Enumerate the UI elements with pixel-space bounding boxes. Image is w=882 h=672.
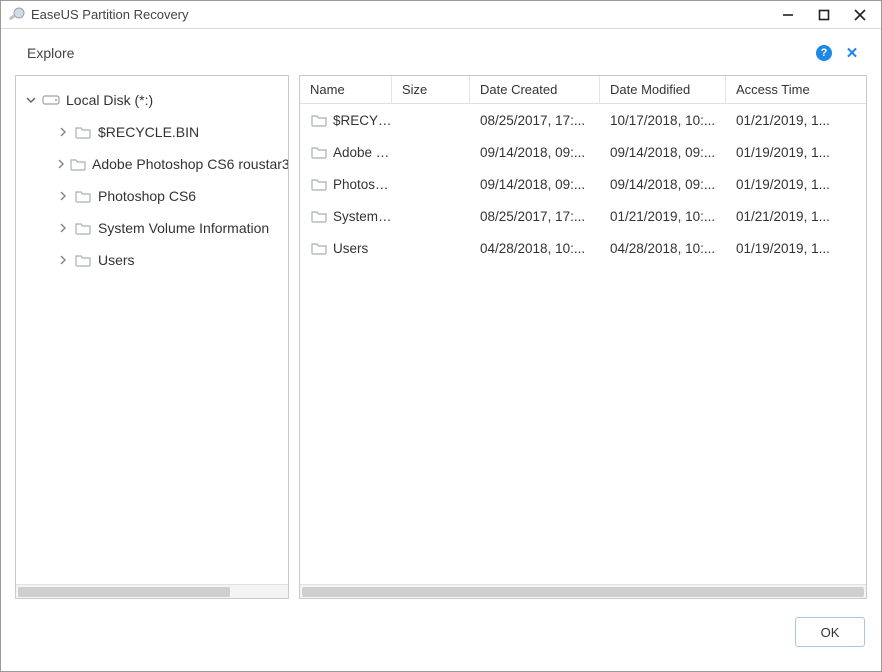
panels: Local Disk (*:) $RECYCLE.BIN Adobe Photo… bbox=[15, 75, 867, 599]
cell-name: Users bbox=[333, 241, 368, 256]
list-item[interactable]: Photosho... 09/14/2018, 09:... 09/14/201… bbox=[300, 168, 866, 200]
content-frame: Explore ? ✕ bbox=[1, 29, 881, 671]
cell-created: 04/28/2018, 10:... bbox=[470, 241, 600, 256]
scrollbar-thumb[interactable] bbox=[18, 587, 230, 597]
cell-access: 01/19/2019, 1... bbox=[726, 241, 866, 256]
page-title: Explore bbox=[27, 45, 74, 61]
dialog-close-button[interactable]: ✕ bbox=[841, 42, 863, 64]
tree-item-label: Users bbox=[98, 252, 135, 268]
folder-icon bbox=[70, 155, 86, 173]
cell-modified: 09/14/2018, 09:... bbox=[600, 145, 726, 160]
app-window: EaseUS Partition Recovery Explore ? ✕ bbox=[0, 0, 882, 672]
tree-item-label: Adobe Photoshop CS6 roustar31 bbox=[92, 156, 288, 172]
tree-item-label: System Volume Information bbox=[98, 220, 269, 236]
close-icon: ✕ bbox=[846, 44, 859, 62]
column-header-date-created[interactable]: Date Created bbox=[470, 76, 600, 103]
subheader: Explore ? ✕ bbox=[15, 39, 867, 67]
cell-name: System Vo... bbox=[333, 209, 392, 224]
folder-icon bbox=[74, 123, 92, 141]
folder-icon bbox=[74, 251, 92, 269]
cell-modified: 01/21/2019, 10:... bbox=[600, 209, 726, 224]
chevron-right-icon[interactable] bbox=[56, 189, 70, 203]
ok-button-label: OK bbox=[821, 625, 840, 640]
tree-item[interactable]: Photoshop CS6 bbox=[16, 180, 288, 212]
cell-created: 09/14/2018, 09:... bbox=[470, 177, 600, 192]
cell-access: 01/21/2019, 1... bbox=[726, 209, 866, 224]
tree-item[interactable]: $RECYCLE.BIN bbox=[16, 116, 288, 148]
cell-created: 08/25/2017, 17:... bbox=[470, 209, 600, 224]
chevron-right-icon[interactable] bbox=[56, 157, 66, 171]
list-horizontal-scrollbar[interactable] bbox=[300, 584, 866, 598]
window-title: EaseUS Partition Recovery bbox=[31, 7, 189, 22]
maximize-button[interactable] bbox=[807, 4, 841, 26]
scrollbar-thumb[interactable] bbox=[302, 587, 864, 597]
cell-created: 09/14/2018, 09:... bbox=[470, 145, 600, 160]
tree-body: Local Disk (*:) $RECYCLE.BIN Adobe Photo… bbox=[16, 76, 288, 584]
cell-name: Photosho... bbox=[333, 177, 392, 192]
tree-horizontal-scrollbar[interactable] bbox=[16, 584, 288, 598]
folder-icon bbox=[310, 207, 328, 225]
tree-item[interactable]: Adobe Photoshop CS6 roustar31 bbox=[16, 148, 288, 180]
column-header-name[interactable]: Name bbox=[300, 76, 392, 103]
titlebar: EaseUS Partition Recovery bbox=[1, 1, 881, 29]
cell-modified: 09/14/2018, 09:... bbox=[600, 177, 726, 192]
folder-icon bbox=[310, 239, 328, 257]
column-header-access-time[interactable]: Access Time bbox=[726, 76, 866, 103]
tree-item-label: $RECYCLE.BIN bbox=[98, 124, 199, 140]
app-icon bbox=[7, 6, 25, 24]
chevron-right-icon[interactable] bbox=[56, 253, 70, 267]
help-button[interactable]: ? bbox=[813, 42, 835, 64]
cell-access: 01/21/2019, 1... bbox=[726, 113, 866, 128]
tree-item[interactable]: Users bbox=[16, 244, 288, 276]
cell-modified: 04/28/2018, 10:... bbox=[600, 241, 726, 256]
cell-access: 01/19/2019, 1... bbox=[726, 145, 866, 160]
help-icon: ? bbox=[816, 45, 832, 61]
list-item[interactable]: Adobe Ph... 09/14/2018, 09:... 09/14/201… bbox=[300, 136, 866, 168]
list-item[interactable]: Users 04/28/2018, 10:... 04/28/2018, 10:… bbox=[300, 232, 866, 264]
tree-item-label: Photoshop CS6 bbox=[98, 188, 196, 204]
list-item[interactable]: $RECYCLE.... 08/25/2017, 17:... 10/17/20… bbox=[300, 104, 866, 136]
folder-icon bbox=[310, 143, 328, 161]
list-panel: Name Size Date Created Date Modified Acc… bbox=[299, 75, 867, 599]
folder-icon bbox=[74, 219, 92, 237]
ok-button[interactable]: OK bbox=[795, 617, 865, 647]
folder-icon bbox=[74, 187, 92, 205]
close-button[interactable] bbox=[843, 4, 877, 26]
cell-name: $RECYCLE.... bbox=[333, 113, 392, 128]
column-header-date-modified[interactable]: Date Modified bbox=[600, 76, 726, 103]
chevron-right-icon[interactable] bbox=[56, 221, 70, 235]
list-body: $RECYCLE.... 08/25/2017, 17:... 10/17/20… bbox=[300, 104, 866, 584]
cell-modified: 10/17/2018, 10:... bbox=[600, 113, 726, 128]
tree-root[interactable]: Local Disk (*:) bbox=[16, 84, 288, 116]
tree-panel: Local Disk (*:) $RECYCLE.BIN Adobe Photo… bbox=[15, 75, 289, 599]
tree-root-label: Local Disk (*:) bbox=[66, 92, 153, 108]
dialog-footer: OK bbox=[15, 607, 867, 657]
chevron-down-icon[interactable] bbox=[24, 93, 38, 107]
list-header: Name Size Date Created Date Modified Acc… bbox=[300, 76, 866, 104]
column-header-size[interactable]: Size bbox=[392, 76, 470, 103]
folder-icon bbox=[310, 111, 328, 129]
chevron-right-icon[interactable] bbox=[56, 125, 70, 139]
cell-name: Adobe Ph... bbox=[333, 145, 392, 160]
cell-access: 01/19/2019, 1... bbox=[726, 177, 866, 192]
disk-icon bbox=[42, 91, 60, 109]
tree-item[interactable]: System Volume Information bbox=[16, 212, 288, 244]
minimize-button[interactable] bbox=[771, 4, 805, 26]
cell-created: 08/25/2017, 17:... bbox=[470, 113, 600, 128]
list-item[interactable]: System Vo... 08/25/2017, 17:... 01/21/20… bbox=[300, 200, 866, 232]
folder-icon bbox=[310, 175, 328, 193]
